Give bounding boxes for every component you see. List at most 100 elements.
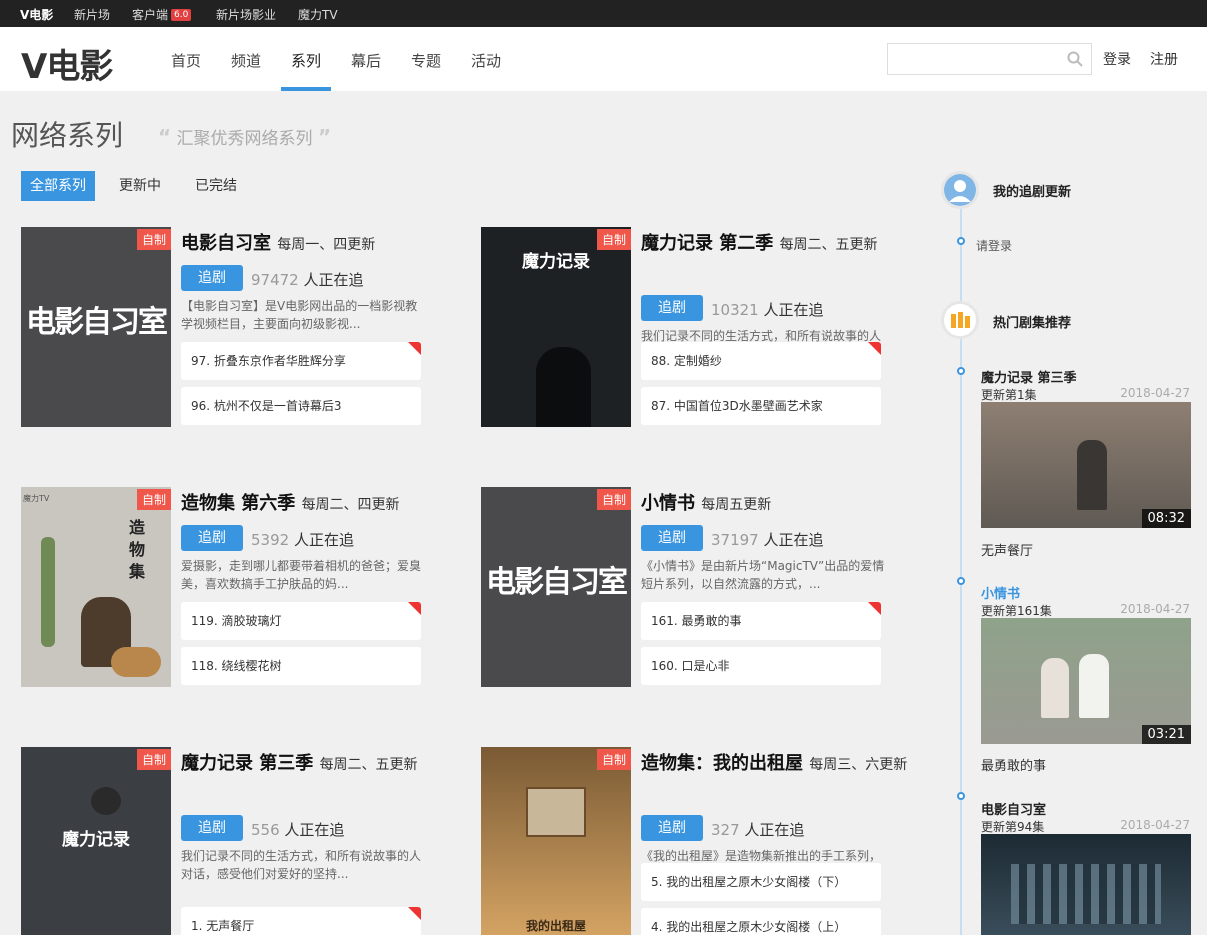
topbar-link-client[interactable]: 客户端 6.0 [132, 6, 192, 23]
episode-label: 119. 滴胶玻璃灯 [191, 614, 282, 628]
follower-suffix: 人正在追 [763, 301, 824, 319]
thumbnail-label: 魔力记录 [62, 830, 130, 850]
follow-button[interactable]: 追剧 [181, 525, 243, 551]
follower-count: 556 人正在追 [251, 817, 344, 843]
series-card[interactable]: 魔力记录 自制 魔力记录 第二季 每周二、五更新 追剧 10321 人正在追 我… [481, 227, 921, 427]
filter-all[interactable]: 全部系列 [21, 171, 95, 201]
series-description: 爱摄影，走到哪儿都要带着相机的爸爸；爱臭美，喜欢数搞手工护肤品的妈... [181, 559, 422, 591]
episode-item[interactable]: 5. 我的出租屋之原木少女阁楼（下） [641, 863, 881, 901]
cactus-shape [41, 537, 55, 647]
new-corner-mark [868, 602, 881, 615]
thumbnail-label: 魔力记录 [522, 252, 590, 272]
topbar-link-vmovie[interactable]: V电影 [20, 6, 53, 23]
hot-series-name[interactable]: 电影自习室 [981, 799, 1046, 818]
follow-button[interactable]: 追剧 [181, 815, 243, 841]
nav-events[interactable]: 活动 [471, 50, 501, 71]
series-schedule: 每周二、五更新 [319, 757, 418, 773]
client-version-badge: 6.0 [171, 9, 192, 21]
series-thumbnail[interactable]: 电影自习室 自制 [21, 227, 171, 427]
series-thumbnail[interactable]: 魔力记录 自制 [21, 747, 171, 935]
episode-label: 96. 杭州不仅是一首诗幕后3 [191, 399, 342, 413]
series-card[interactable]: 电影自习室 自制 电影自习室 每周一、四更新 追剧 97472 人正在追 【电影… [21, 227, 461, 427]
filter-completed[interactable]: 已完结 [186, 171, 246, 201]
follower-number: 5392 [251, 531, 290, 549]
series-thumbnail[interactable]: 我的出租屋 自制 [481, 747, 631, 935]
hot-series-name[interactable]: 小情书 [981, 583, 1020, 602]
nav-behind-scenes[interactable]: 幕后 [351, 50, 381, 71]
episode-item[interactable]: 1. 无声餐厅 [181, 907, 421, 935]
series-thumbnail[interactable]: 魔力TV 造物集 自制 [21, 487, 171, 687]
hot-series-episode[interactable]: 最勇敢的事 [981, 755, 1046, 774]
thumbnail-label: 电影自习室 [26, 305, 168, 340]
hot-series-thumbnail[interactable]: 08:32 [981, 402, 1191, 528]
episode-item[interactable]: 4. 我的出租屋之原木少女阁楼（上） [641, 908, 881, 935]
series-description: 《小情书》是由新片场“MagicTV”出品的爱情短片系列，以自然流露的方式，..… [641, 559, 885, 591]
follow-button[interactable]: 追剧 [181, 265, 243, 291]
topbar-link-magictv[interactable]: 魔力TV [298, 6, 338, 23]
follower-count: 327 人正在追 [711, 817, 804, 843]
series-title[interactable]: 造物集：我的出租屋 每周三、六更新 [641, 749, 926, 780]
series-card[interactable]: 魔力记录 自制 魔力记录 第三季 每周二、五更新 追剧 556 人正在追 我们记… [21, 747, 461, 935]
new-corner-mark [408, 342, 421, 355]
register-link[interactable]: 注册 [1150, 49, 1178, 69]
follower-count: 37197 人正在追 [711, 527, 824, 553]
series-title[interactable]: 魔力记录 第二季 每周二、五更新 [641, 229, 926, 260]
follower-suffix: 人正在追 [763, 531, 824, 549]
follow-button[interactable]: 追剧 [641, 815, 703, 841]
hot-series-episode[interactable]: 无声餐厅 [981, 540, 1033, 559]
hot-series-name[interactable]: 魔力记录 第三季 [981, 367, 1077, 386]
series-title[interactable]: 小情书 每周五更新 [641, 489, 926, 520]
page-subtitle-text: 汇聚优秀网络系列 [176, 129, 313, 149]
my-updates-title: 我的追剧更新 [993, 185, 1072, 200]
hot-series-update: 更新第161集 [981, 604, 1052, 618]
topbar-link-studio[interactable]: 新片场影业 [216, 6, 276, 23]
top-bar: V电影 新片场 客户端 6.0 新片场影业 魔力TV [0, 0, 1207, 27]
user-avatar-icon [941, 171, 979, 209]
series-thumbnail[interactable]: 电影自习室 自制 [481, 487, 631, 687]
hat-shape [91, 787, 121, 815]
episode-item[interactable]: 160. 口是心非 [641, 647, 881, 685]
hot-series-date: 2018-04-27 [1120, 602, 1190, 616]
sidebar-login-link[interactable]: 请登录 [976, 237, 1012, 254]
series-card[interactable]: 我的出租屋 自制 造物集：我的出租屋 每周三、六更新 追剧 327 人正在追 《… [481, 747, 921, 935]
episode-item[interactable]: 118. 绕线樱花树 [181, 647, 421, 685]
follower-number: 556 [251, 821, 280, 839]
series-title[interactable]: 魔力记录 第三季 每周二、五更新 [181, 749, 466, 780]
follower-count: 5392 人正在追 [251, 527, 354, 553]
series-title[interactable]: 电影自习室 每周一、四更新 [181, 229, 466, 260]
episode-item[interactable]: 88. 定制婚纱 [641, 342, 881, 380]
series-title-text: 电影自习室 [181, 233, 271, 254]
follow-button[interactable]: 追剧 [641, 295, 703, 321]
series-title[interactable]: 造物集 第六季 每周二、四更新 [181, 489, 466, 520]
series-card[interactable]: 电影自习室 自制 小情书 每周五更新 追剧 37197 人正在追 《小情书》是由… [481, 487, 921, 687]
timeline-dot [957, 367, 965, 375]
original-tag: 自制 [596, 229, 631, 250]
login-link[interactable]: 登录 [1103, 49, 1131, 69]
episode-label: 4. 我的出租屋之原木少女阁楼（上） [651, 920, 847, 934]
series-card[interactable]: 魔力TV 造物集 自制 造物集 第六季 每周二、四更新 追剧 5392 人正在追… [21, 487, 461, 687]
nav-topics[interactable]: 专题 [411, 50, 441, 71]
nav-channel[interactable]: 频道 [231, 50, 261, 71]
original-tag: 自制 [596, 749, 631, 770]
episode-item[interactable]: 119. 滴胶玻璃灯 [181, 602, 421, 640]
episode-item[interactable]: 87. 中国首位3D水墨壁画艺术家 [641, 387, 881, 425]
hot-series-thumbnail[interactable] [981, 834, 1191, 935]
search-icon[interactable] [1067, 51, 1083, 67]
nav-series[interactable]: 系列 [291, 50, 321, 71]
new-corner-mark [408, 907, 421, 920]
episode-label: 87. 中国首位3D水墨壁画艺术家 [651, 399, 823, 413]
episode-item[interactable]: 97. 折叠东京作者华胜辉分享 [181, 342, 421, 380]
thumbnail-label: 造物集 [129, 518, 146, 581]
follow-button[interactable]: 追剧 [641, 525, 703, 551]
episode-item[interactable]: 161. 最勇敢的事 [641, 602, 881, 640]
episode-item[interactable]: 96. 杭州不仅是一首诗幕后3 [181, 387, 421, 425]
search-box[interactable] [887, 43, 1092, 75]
topbar-link-xinpianchang[interactable]: 新片场 [74, 6, 110, 23]
series-title-text: 小情书 [641, 493, 695, 514]
girl-shape [1041, 658, 1069, 718]
hot-series-thumbnail[interactable]: 03:21 [981, 618, 1191, 744]
nav-home[interactable]: 首页 [171, 50, 201, 71]
series-thumbnail[interactable]: 魔力记录 自制 [481, 227, 631, 427]
site-logo[interactable]: V电影 [21, 39, 113, 88]
filter-ongoing[interactable]: 更新中 [110, 171, 170, 201]
